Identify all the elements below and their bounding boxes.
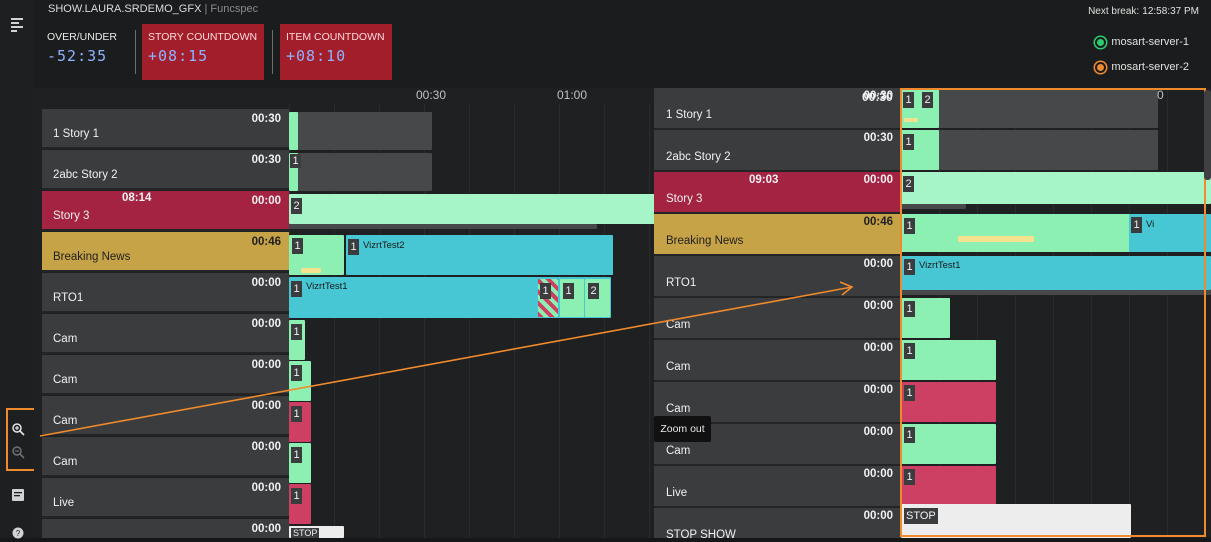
annotation-arrow <box>39 281 854 437</box>
